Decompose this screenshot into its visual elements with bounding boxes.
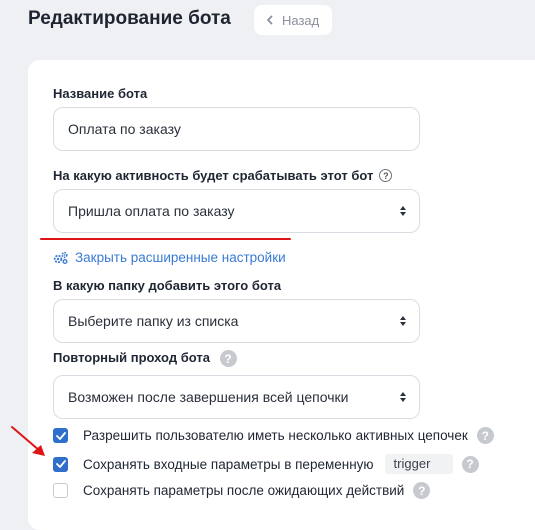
gears-icon: [53, 251, 68, 264]
trigger-select[interactable]: Пришла оплата по заказу: [53, 189, 420, 233]
chevron-left-icon: [267, 15, 273, 25]
multiple-chains-checkbox[interactable]: [53, 428, 68, 443]
advanced-settings-link-label: Закрыть расширенные настройки: [75, 250, 286, 265]
check-icon: [55, 431, 66, 440]
folder-select-value: Выберите папку из списка: [68, 313, 239, 329]
checkbox-row-save-input: Сохранять входные параметры в переменную…: [53, 454, 479, 474]
help-icon[interactable]: ?: [219, 350, 237, 368]
sort-caret-icon: [400, 206, 406, 216]
annotation-arrow-icon: [11, 426, 45, 456]
back-button[interactable]: Назад: [254, 5, 332, 35]
help-icon[interactable]: ?: [476, 427, 494, 444]
folder-label: В какую папку добавить этого бота: [53, 278, 282, 293]
checkbox-label: Сохранять входные параметры в переменную: [83, 456, 374, 472]
sort-caret-icon: [400, 392, 406, 402]
trigger-label-text: На какую активность будет срабатывать эт…: [53, 168, 374, 183]
sort-caret-icon: [400, 316, 406, 326]
folder-select[interactable]: Выберите папку из списка: [53, 299, 420, 343]
checkbox-label: Сохранять параметры после ожидающих дейс…: [83, 483, 405, 498]
checkbox-label: Разрешить пользователю иметь несколько а…: [83, 428, 468, 443]
page-title: Редактирование бота: [28, 8, 231, 29]
repeat-label-text: Повторный проход бота: [53, 350, 210, 365]
back-button-label: Назад: [282, 12, 320, 28]
trigger-select-value: Пришла оплата по заказу: [68, 203, 235, 219]
repeat-label: Повторный проход бота ?: [53, 350, 237, 368]
checkbox-row-save-after-wait: Сохранять параметры после ожидающих дейс…: [53, 482, 431, 499]
save-input-checkbox[interactable]: [53, 456, 68, 472]
help-icon[interactable]: ?: [379, 169, 393, 183]
bot-name-label: Название бота: [53, 86, 148, 101]
trigger-label: На какую активность будет срабатывать эт…: [53, 168, 393, 183]
variable-name-input[interactable]: trigger: [384, 454, 453, 474]
advanced-settings-link[interactable]: Закрыть расширенные настройки: [53, 250, 286, 265]
repeat-select-value: Возможен после завершения всей цепочки: [68, 389, 349, 405]
repeat-select[interactable]: Возможен после завершения всей цепочки: [53, 375, 420, 419]
bot-name-input[interactable]: Оплата по заказу: [53, 107, 420, 151]
checkbox-row-multiple-chains: Разрешить пользователю иметь несколько а…: [53, 427, 494, 444]
save-after-wait-checkbox[interactable]: [53, 483, 68, 498]
annotation-underline: [40, 238, 291, 240]
help-icon[interactable]: ?: [413, 482, 431, 499]
bot-name-value: Оплата по заказу: [68, 121, 181, 137]
check-icon: [55, 460, 66, 468]
help-icon[interactable]: ?: [461, 455, 479, 473]
